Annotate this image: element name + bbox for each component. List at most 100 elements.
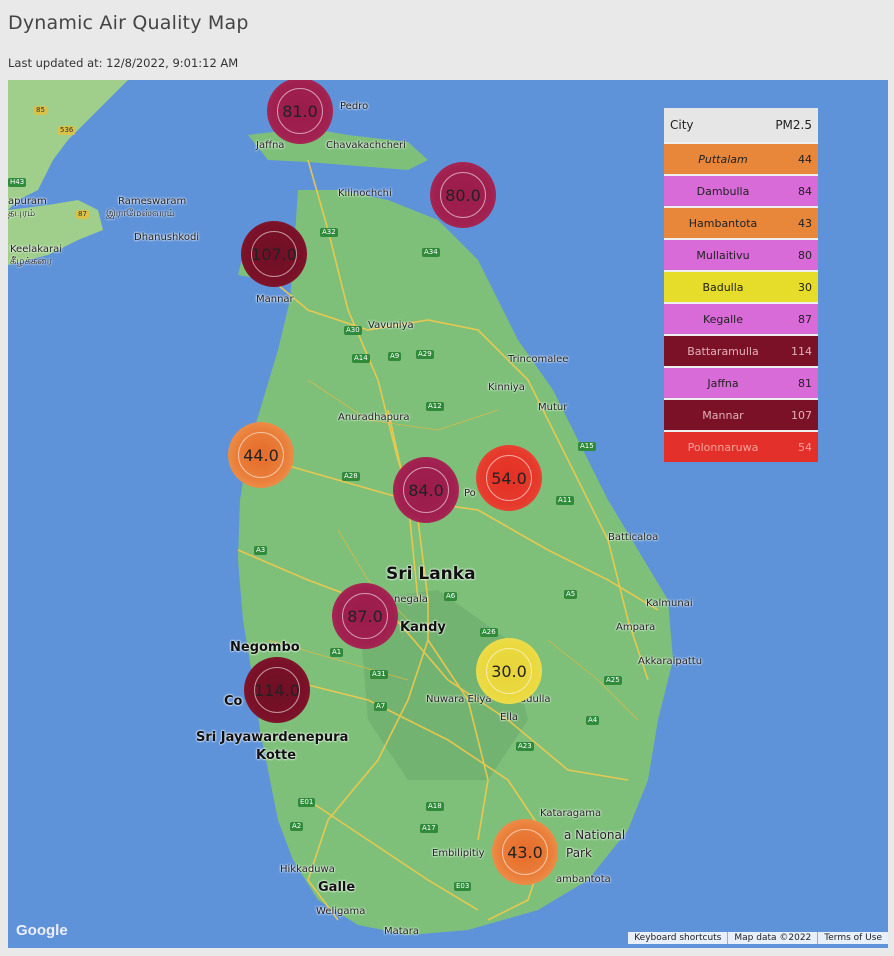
place-label: Kinniya (488, 382, 525, 393)
place-label: Sri Lanka (386, 564, 476, 584)
place-label: Co (224, 694, 243, 709)
legend-value: 87 (798, 312, 812, 326)
google-logo-text: Google (16, 922, 68, 939)
road-shield: A17 (420, 824, 438, 833)
google-logo: Google (16, 922, 68, 939)
place-label: Kilinochchi (338, 188, 392, 199)
place-label: Hikkaduwa (280, 864, 335, 875)
road-shield: A31 (370, 670, 388, 679)
legend-value: 84 (798, 184, 812, 198)
aq-marker-polonnaruwa[interactable]: 54.0 (476, 445, 542, 511)
place-label: Dhanushkodi (134, 232, 200, 243)
aq-marker-mannar[interactable]: 107.0 (241, 221, 307, 287)
legend-value: 107 (791, 408, 812, 422)
road-shield: 536 (58, 126, 76, 135)
legend-city: Polonnaruwa (687, 440, 759, 454)
road-shield: A15 (578, 442, 596, 451)
road-shield: A30 (344, 326, 362, 335)
legend-city: Hambantota (688, 216, 758, 230)
marker-value: 43.0 (507, 842, 543, 862)
place-label: கீழக்கரை (10, 256, 52, 267)
road-shield: 85 (34, 106, 47, 115)
aq-marker-mullaitivu[interactable]: 80.0 (430, 162, 496, 228)
place-label: ambantota (556, 874, 611, 885)
last-updated-text: Last updated at: 12/8/2022, 9:01:12 AM (8, 56, 239, 70)
place-label: Anuradhapura (338, 412, 410, 423)
marker-value: 80.0 (445, 185, 481, 205)
road-shield: A4 (586, 716, 600, 725)
legend-row: Puttalam 44 (664, 142, 818, 174)
aq-marker-kegalle[interactable]: 87.0 (332, 583, 398, 649)
place-label: Sri Jayawardenepura (196, 730, 349, 745)
place-label: Po (464, 488, 476, 499)
legend-row: Kegalle 87 (664, 302, 818, 334)
pm25-legend-table: City PM2.5 Puttalam 44 Dambulla 84 Hambantot… (664, 108, 818, 462)
legend-row: Badulla 30 (664, 270, 818, 302)
place-label: தபுரம் (8, 208, 36, 219)
road-shield: A3 (254, 546, 268, 555)
legend-city: Badulla (702, 280, 744, 294)
legend-city: Kegalle (702, 312, 744, 326)
legend-row: Mullaitivu 80 (664, 238, 818, 270)
map-data-text: Map data ©2022 (727, 932, 817, 944)
place-label: இராமேஸ்வரம் (106, 208, 175, 219)
aq-marker-puttalam[interactable]: 44.0 (228, 422, 294, 488)
legend-city: Mannar (702, 408, 744, 422)
terms-link[interactable]: Terms of Use (817, 932, 888, 944)
legend-row: Jaffna 81 (664, 366, 818, 398)
road-shield: A2 (290, 822, 304, 831)
place-label: Kalmunai (646, 598, 693, 609)
aq-marker-badulla[interactable]: 30.0 (476, 638, 542, 704)
place-label: Mutur (538, 402, 568, 413)
legend-row: Battaramulla 114 (664, 334, 818, 366)
road-shield: A29 (416, 350, 434, 359)
legend-value: 44 (798, 152, 812, 166)
place-label: Rameswaram (118, 196, 187, 207)
place-label: Akkaraipattu (638, 656, 703, 667)
place-label: Kataragama (540, 808, 602, 819)
place-label: Chavakachcheri (326, 140, 406, 151)
place-label: Embilipitiy (432, 848, 485, 859)
place-label: Ella (500, 712, 519, 723)
marker-value: 44.0 (243, 445, 279, 465)
place-label: Jaffna (256, 140, 285, 151)
road-shield: A18 (426, 802, 444, 811)
road-shield: A26 (480, 628, 498, 637)
aq-marker-dambulla[interactable]: 84.0 (393, 457, 459, 523)
map-attribution: Keyboard shortcuts Map data ©2022 Terms … (628, 932, 888, 944)
place-label: Ampara (616, 622, 656, 633)
road-shield: A7 (374, 702, 388, 711)
place-label: Kandy (400, 620, 446, 635)
road-shield: A28 (342, 472, 360, 481)
aq-marker-battaramulla[interactable]: 114.0 (244, 657, 310, 723)
place-label: Park (566, 846, 592, 860)
keyboard-shortcuts-link[interactable]: Keyboard shortcuts (628, 932, 727, 944)
place-label: Kotte (256, 748, 297, 763)
place-label: Keelakarai (10, 244, 63, 255)
legend-value: 54 (798, 440, 812, 454)
marker-value: 30.0 (491, 661, 527, 681)
road-shield: H43 (8, 178, 27, 187)
aq-marker-hambantota[interactable]: 43.0 (492, 819, 558, 885)
aq-marker-jaffna[interactable]: 81.0 (267, 80, 333, 144)
place-label: Pedro (340, 101, 369, 112)
road-shield: A1 (330, 648, 344, 657)
road-shield: A32 (320, 228, 338, 237)
legend-value: 114 (791, 344, 812, 358)
marker-value: 84.0 (408, 480, 444, 500)
place-label: Trincomalee (508, 354, 569, 365)
road-shield: E03 (454, 882, 472, 891)
place-label: negala (394, 594, 428, 605)
road-shield: A11 (556, 496, 574, 505)
marker-value: 87.0 (347, 606, 383, 626)
place-label: Negombo (230, 640, 300, 655)
legend-header-pm: PM2.5 (775, 118, 812, 132)
place-label: Batticaloa (608, 532, 659, 543)
road-shield: A12 (426, 402, 444, 411)
legend-header-city: City (670, 118, 694, 132)
road-shield: A5 (564, 590, 578, 599)
marker-value: 107.0 (251, 244, 297, 264)
place-label: Mannar (256, 294, 294, 305)
marker-value: 81.0 (282, 101, 318, 121)
road-shield: E01 (298, 798, 316, 807)
